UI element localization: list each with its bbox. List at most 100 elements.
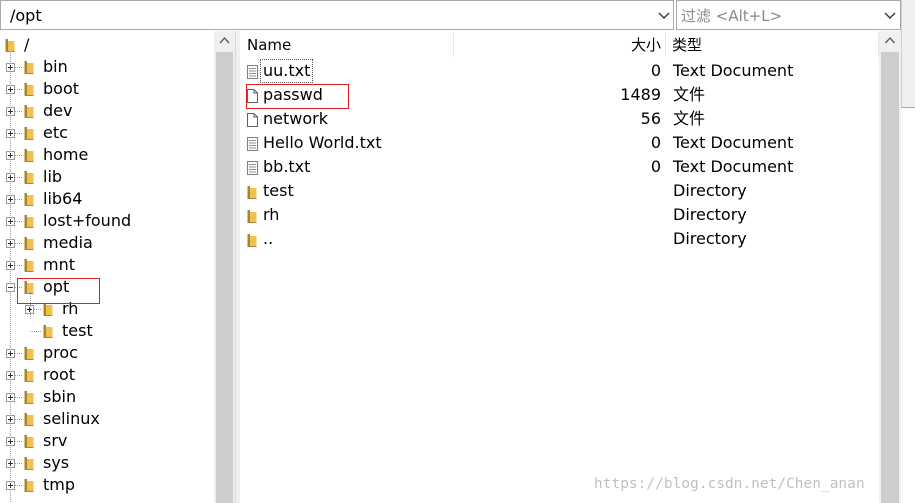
tree-guide-line (30, 331, 41, 332)
tree-item-etc[interactable]: etc (0, 122, 214, 144)
file-name: test (263, 181, 294, 200)
folder-icon (24, 192, 34, 206)
filter-combobox[interactable]: 过滤 <Alt+L> (676, 0, 901, 30)
folder-icon (24, 214, 34, 228)
folder-icon (24, 434, 34, 448)
expand-plus-icon[interactable] (6, 481, 15, 490)
expand-plus-icon[interactable] (6, 437, 15, 446)
folder-icon (24, 478, 34, 492)
chevron-down-icon[interactable] (882, 7, 898, 25)
expand-plus-icon[interactable] (6, 63, 15, 72)
file-name: network (263, 109, 328, 128)
file-type: Directory (673, 205, 747, 224)
tree-item-srv[interactable]: srv (0, 430, 214, 452)
expand-plus-icon[interactable] (6, 195, 15, 204)
collapse-minus-icon[interactable] (6, 283, 15, 292)
column-separator[interactable] (665, 33, 666, 57)
tree-item-sys[interactable]: sys (0, 452, 214, 474)
file-type: Directory (673, 229, 747, 248)
file-size: 0 (650, 157, 661, 176)
path-input[interactable]: /opt (10, 6, 42, 26)
folder-icon (24, 236, 34, 250)
folder-icon (247, 232, 257, 247)
tree-item-label: mnt (43, 255, 75, 274)
tree-item-label: root (43, 365, 76, 384)
expand-plus-icon[interactable] (6, 415, 15, 424)
file-name: rh (263, 205, 280, 224)
scroll-up-arrow-icon[interactable] (214, 31, 235, 51)
folder-icon (24, 412, 34, 426)
expand-plus-icon[interactable] (6, 107, 15, 116)
expand-plus-icon[interactable] (6, 173, 15, 182)
tree-item-label: lib64 (43, 189, 83, 208)
filter-input[interactable]: 过滤 <Alt+L> (681, 7, 782, 25)
file-size: 56 (640, 109, 661, 128)
expand-plus-icon[interactable] (6, 217, 15, 226)
column-header-size[interactable]: 大小 (631, 31, 661, 59)
tree-item-lost-found[interactable]: lost+found (0, 210, 214, 232)
file-row[interactable]: uu.txt0Text Document20 (240, 59, 901, 83)
file-name: .. (263, 229, 274, 248)
expand-plus-icon[interactable] (6, 151, 15, 160)
expand-plus-icon[interactable] (6, 129, 15, 138)
folder-icon (5, 38, 15, 52)
file-row[interactable]: ..Directory16 (240, 227, 901, 251)
scroll-up-arrow-icon[interactable] (879, 31, 901, 51)
file-row[interactable]: Hello World.txt0Text Document20 (240, 131, 901, 155)
expand-plus-icon[interactable] (6, 261, 15, 270)
tree-item-bin[interactable]: bin (0, 56, 214, 78)
tree-item-root[interactable]: root (0, 364, 214, 386)
tree-item-test[interactable]: test (0, 320, 214, 342)
folder-icon (43, 324, 53, 338)
folder-icon (24, 258, 34, 272)
file-type: Directory (673, 181, 747, 200)
file-row[interactable]: testDirectory20 (240, 179, 901, 203)
column-header-type[interactable]: 类型 (672, 31, 702, 59)
tree-item-lib[interactable]: lib (0, 166, 214, 188)
folder-icon (247, 208, 257, 223)
tree-item-boot[interactable]: boot (0, 78, 214, 100)
directory-tree[interactable]: / bin boot dev etc home lib lib64 lost+found medi… (0, 31, 235, 503)
tree-item-lib64[interactable]: lib64 (0, 188, 214, 210)
column-separator[interactable] (453, 33, 454, 57)
tree-item-label: / (24, 35, 30, 54)
text-file-icon (247, 64, 258, 79)
file-icon (247, 112, 258, 127)
tree-item-label: boot (43, 79, 80, 98)
tree-item-proc[interactable]: proc (0, 342, 214, 364)
tree-item-label: sys (43, 453, 70, 472)
expand-plus-icon[interactable] (6, 459, 15, 468)
path-combobox[interactable]: /opt (0, 0, 674, 30)
file-row[interactable]: bb.txt0Text Document20 (240, 155, 901, 179)
tree-scrollbar-thumb[interactable] (216, 52, 233, 503)
file-type: Text Document (673, 133, 794, 152)
expand-plus-icon[interactable] (6, 239, 15, 248)
tree-root[interactable]: / (0, 34, 214, 56)
file-row[interactable]: network56文件20 (240, 107, 901, 131)
tree-item-home[interactable]: home (0, 144, 214, 166)
tree-item-tmp[interactable]: tmp (0, 474, 214, 496)
tree-item-label: bin (43, 57, 68, 76)
expand-plus-icon[interactable] (6, 349, 15, 358)
folder-icon (24, 390, 34, 404)
tree-item-mnt[interactable]: mnt (0, 254, 214, 276)
tree-item-label: tmp (43, 475, 76, 494)
expand-plus-icon[interactable] (6, 85, 15, 94)
tree-item-media[interactable]: media (0, 232, 214, 254)
file-type: 文件 (673, 109, 706, 128)
column-header-name[interactable]: Name (247, 31, 291, 59)
tree-item-sbin[interactable]: sbin (0, 386, 214, 408)
expand-plus-icon[interactable] (6, 393, 15, 402)
list-scrollbar-thumb[interactable] (881, 52, 899, 503)
tree-item-dev[interactable]: dev (0, 100, 214, 122)
tree-item-selinux[interactable]: selinux (0, 408, 214, 430)
expand-plus-icon[interactable] (6, 371, 15, 380)
file-size: 1489 (620, 85, 661, 104)
folder-icon (24, 82, 34, 96)
text-file-icon (247, 136, 258, 151)
file-type: Text Document (673, 157, 794, 176)
folder-icon (24, 60, 34, 74)
opt-highlight-box (17, 278, 100, 304)
file-row[interactable]: rhDirectory20 (240, 203, 901, 227)
chevron-down-icon[interactable] (656, 7, 672, 25)
